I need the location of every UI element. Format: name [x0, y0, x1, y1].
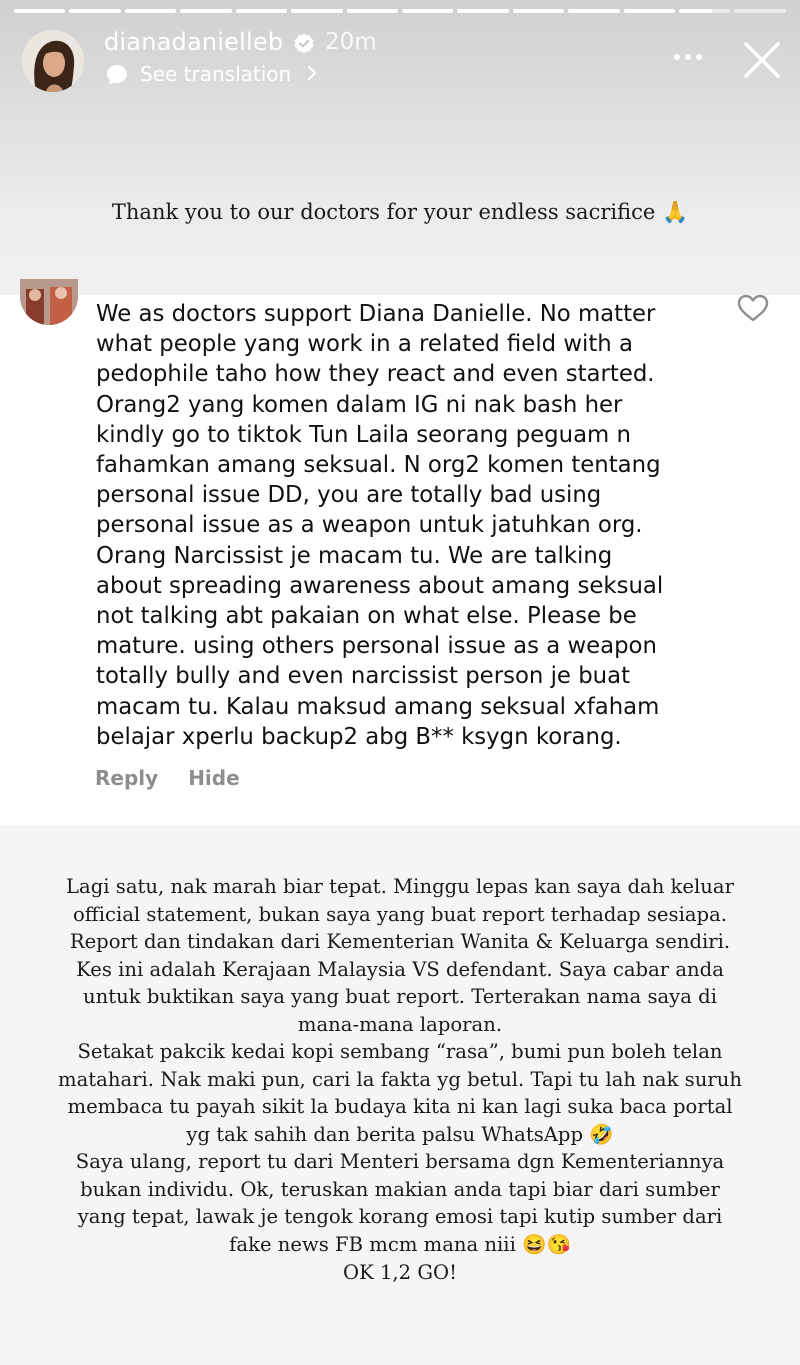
verified-badge-icon — [294, 33, 314, 54]
comment-text: We as doctors support Diana Danielle. No… — [96, 301, 664, 750]
comment-actions: Reply Hide — [95, 766, 240, 790]
reply-button[interactable]: Reply — [95, 766, 158, 790]
username[interactable]: dianadanielleb — [104, 28, 283, 56]
story-progress-segment — [14, 9, 66, 13]
story-progress-segment — [69, 9, 121, 13]
story-progress-segment — [124, 9, 177, 13]
translate-icon — [107, 65, 127, 85]
story-progress-segment-active — [679, 9, 731, 13]
statement-text: Lagi satu, nak marah biar tepat. Minggu … — [58, 875, 742, 1256]
story-progress-segment — [235, 9, 288, 13]
see-translation-label: See translation — [140, 62, 292, 86]
statement-closing: OK 1,2 GO! — [343, 1261, 457, 1284]
story-progress-segment — [623, 9, 676, 13]
story-progress-segment — [346, 9, 398, 13]
chevron-right-icon — [306, 62, 318, 86]
story-progress-segment — [401, 9, 454, 13]
close-icon[interactable] — [738, 36, 786, 84]
hide-button[interactable]: Hide — [188, 766, 239, 790]
story-caption: Thank you to our doctors for your endles… — [111, 200, 689, 224]
comment-card: We as doctors support Diana Danielle. No… — [0, 279, 800, 825]
story-progress-segment — [180, 9, 232, 13]
commenter-avatar[interactable] — [20, 279, 78, 325]
statement-section: Lagi satu, nak marah biar tepat. Minggu … — [0, 825, 800, 1365]
story-header: dianadanielleb 20m See translation Thank… — [0, 0, 800, 295]
post-age: 20m — [325, 29, 377, 55]
profile-avatar[interactable] — [22, 30, 84, 92]
story-progress-segment — [291, 9, 343, 13]
story-progress-segment — [457, 9, 509, 13]
story-progress-segment — [512, 9, 565, 13]
heart-icon[interactable] — [735, 293, 771, 323]
story-progress-bar — [14, 9, 786, 13]
story-progress-segment — [734, 9, 786, 13]
story-progress-segment — [568, 9, 620, 13]
more-options-icon[interactable] — [666, 42, 710, 72]
see-translation-link[interactable]: See translation — [140, 62, 318, 86]
